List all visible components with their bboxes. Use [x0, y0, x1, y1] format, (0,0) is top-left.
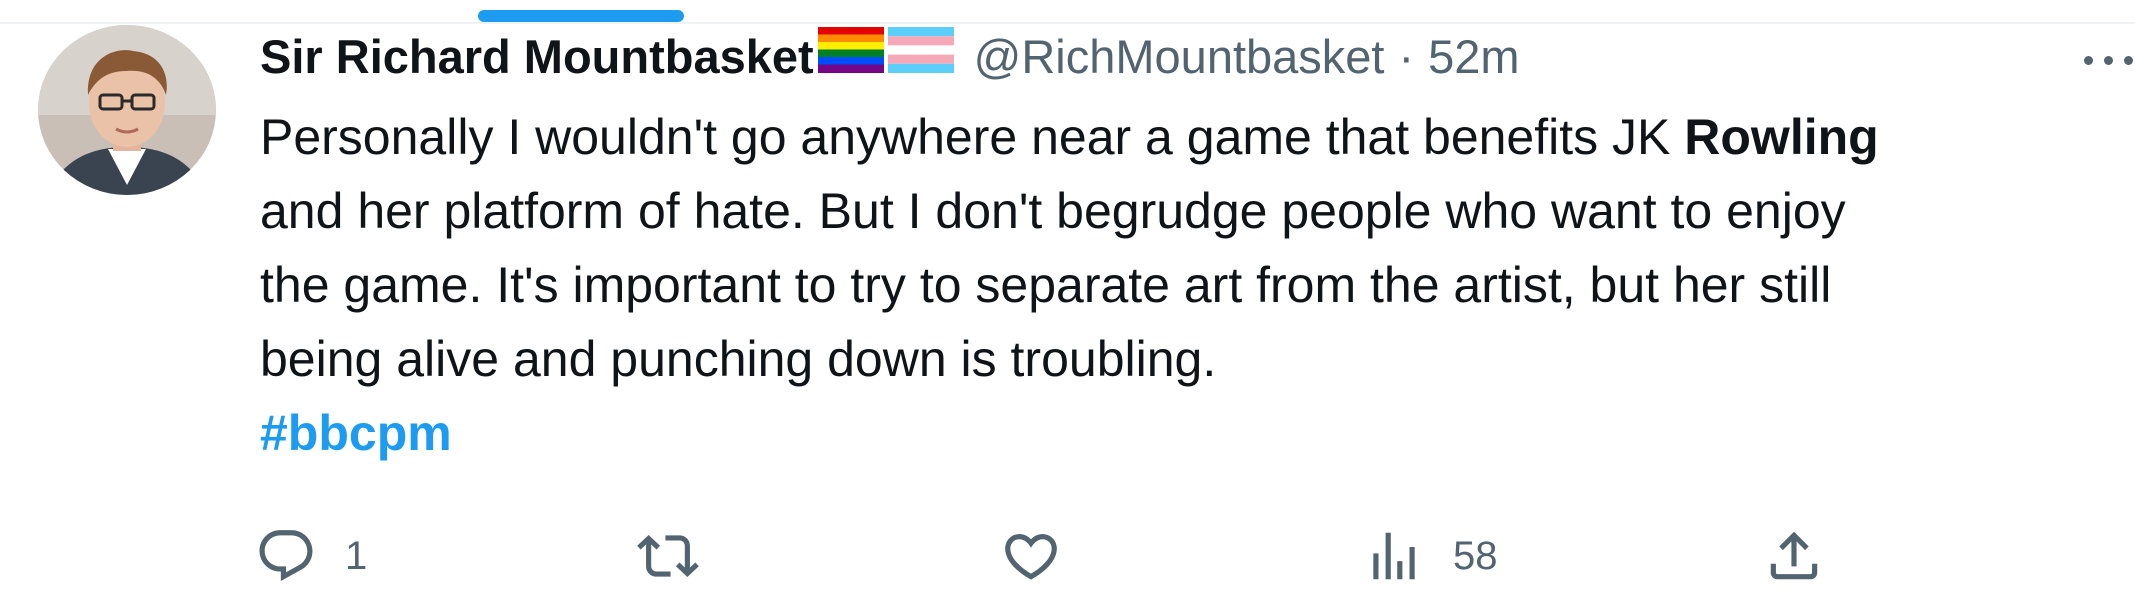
more-options-button[interactable] — [2082, 30, 2135, 80]
avatar-image — [38, 25, 216, 195]
like-button[interactable] — [1000, 520, 1090, 592]
more-dots-icon — [2084, 56, 2093, 65]
transgender-flag-icon — [887, 22, 954, 92]
reply-button[interactable]: 1 — [255, 520, 367, 592]
views-button[interactable]: 58 — [1363, 520, 1498, 592]
tweet-line: the game. It's important to try to separ… — [260, 257, 1832, 313]
hashtag-link[interactable]: #bbcpm — [260, 405, 452, 461]
views-chart-icon — [1373, 532, 1415, 580]
tweet-card[interactable]: Sir Richard Mountbasket @RichMountbasket… — [0, 0, 2135, 600]
heart-icon — [1005, 534, 1057, 580]
reply-icon — [259, 530, 313, 582]
user-handle[interactable]: @RichMountbasket — [974, 22, 1385, 92]
share-icon — [1770, 531, 1818, 580]
tweet-actions: 1 58 — [255, 520, 2125, 592]
tweet-line: being alive and punching down is troubli… — [260, 331, 1217, 387]
tweet-line: Personally I wouldn't go anywhere near a… — [260, 109, 1879, 165]
views-count: 58 — [1453, 533, 1498, 578]
display-name[interactable]: Sir Richard Mountbasket — [260, 22, 814, 92]
tweet-line: #bbcpm — [260, 396, 2105, 470]
retweet-button[interactable] — [637, 520, 727, 592]
bold-mention: Rowling — [1684, 109, 1879, 165]
avatar[interactable] — [38, 25, 216, 195]
tweet-header: Sir Richard Mountbasket @RichMountbasket… — [260, 22, 1520, 92]
reply-count: 1 — [345, 533, 368, 578]
tweet-timestamp[interactable]: 52m — [1428, 22, 1519, 92]
tweet-line: and her platform of hate. But I don't be… — [260, 183, 1846, 239]
rainbow-flag-icon — [817, 22, 884, 92]
tab-active-indicator — [478, 10, 684, 22]
share-button[interactable] — [1763, 520, 1825, 592]
retweet-icon — [637, 535, 699, 577]
header-separator: · — [1398, 30, 1415, 83]
tweet-text: Personally I wouldn't go anywhere near a… — [260, 100, 2105, 470]
